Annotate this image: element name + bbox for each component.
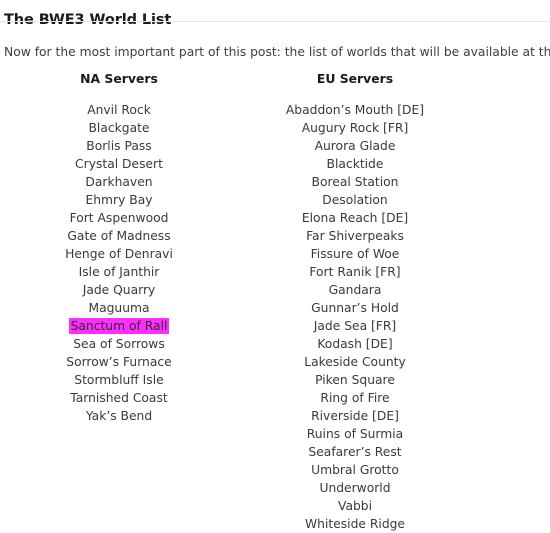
server-name: Abaddon’s Mouth [DE]: [285, 103, 425, 117]
server-name: Fort Aspenwood: [69, 211, 169, 225]
server-name: Henge of Denravi: [65, 247, 173, 261]
server-name: Gandara: [328, 283, 382, 297]
server-list-item: Ring of Fire: [250, 389, 460, 407]
server-name: Lakeside County: [304, 355, 406, 369]
server-list-item: Whiteside Ridge: [250, 515, 460, 533]
server-list-item: Crystal Desert: [24, 155, 214, 173]
server-name: Fort Ranik [FR]: [309, 265, 401, 279]
server-list-item: Sanctum of Rall: [24, 317, 214, 335]
server-list-item: Anvil Rock: [24, 101, 214, 119]
server-name: Blacktide: [326, 157, 384, 171]
server-name: Gunnar’s Hold: [311, 301, 399, 315]
server-name: Boreal Station: [311, 175, 399, 189]
server-name: Darkhaven: [85, 175, 153, 189]
server-name: Underworld: [319, 481, 391, 495]
server-list-item: Boreal Station: [250, 173, 460, 191]
server-list-item: Gandara: [250, 281, 460, 299]
server-name: Crystal Desert: [75, 157, 163, 171]
server-name: Umbral Grotto: [311, 463, 399, 477]
server-name: Kodash [DE]: [317, 337, 393, 351]
server-name: Blackgate: [88, 121, 150, 135]
server-list-item: Gunnar’s Hold: [250, 299, 460, 317]
server-name-highlighted: Sanctum of Rall: [68, 318, 170, 334]
server-list-item: Maguuma: [24, 299, 214, 317]
server-name: Stormbluff Isle: [74, 373, 164, 387]
server-list-item: Fissure of Woe: [250, 245, 460, 263]
server-name: Fissure of Woe: [310, 247, 400, 261]
server-list-item: Sorrow’s Furnace: [24, 353, 214, 371]
server-name: Augury Rock [FR]: [301, 121, 409, 135]
server-column-eu: EU Servers Abaddon’s Mouth [DE] Augury Ro…: [250, 70, 460, 533]
server-list-item: Seafarer’s Rest: [250, 443, 460, 461]
server-name: Isle of Janthir: [78, 265, 160, 279]
server-list-item: Elona Reach [DE]: [250, 209, 460, 227]
server-list-item: Darkhaven: [24, 173, 214, 191]
server-name: Jade Quarry: [82, 283, 156, 297]
server-list-item: Ruins of Surmia: [250, 425, 460, 443]
server-name: Elona Reach [DE]: [301, 211, 409, 225]
server-list-item: Kodash [DE]: [250, 335, 460, 353]
server-list-item: Vabbi: [250, 497, 460, 515]
server-name: Sea of Sorrows: [73, 337, 165, 351]
server-list-item: Blackgate: [24, 119, 214, 137]
server-name: Maguuma: [88, 301, 150, 315]
server-list-item: Abaddon’s Mouth [DE]: [250, 101, 460, 119]
server-list-item: Borlis Pass: [24, 137, 214, 155]
server-list-item: Henge of Denravi: [24, 245, 214, 263]
server-column-na: NA Servers Anvil Rock Blackgate Borlis Pas…: [24, 70, 214, 425]
server-list-eu: Abaddon’s Mouth [DE] Augury Rock [FR] Auro…: [250, 101, 460, 533]
server-list-item: Jade Sea [FR]: [250, 317, 460, 335]
server-name: Borlis Pass: [86, 139, 152, 153]
column-heading-eu: EU Servers: [316, 71, 394, 86]
server-list-item: Lakeside County: [250, 353, 460, 371]
server-list-item: Gate of Madness: [24, 227, 214, 245]
server-list-item: Jade Quarry: [24, 281, 214, 299]
server-list-na: Anvil Rock Blackgate Borlis Pass Crystal De…: [24, 101, 214, 425]
server-list-item: Far Shiverpeaks: [250, 227, 460, 245]
page-root: The BWE3 World List Now for the most imp…: [0, 0, 550, 533]
server-list-item: Isle of Janthir: [24, 263, 214, 281]
server-name: Tarnished Coast: [70, 391, 168, 405]
title-divider: [0, 21, 550, 22]
server-list-item: Fort Aspenwood: [24, 209, 214, 227]
server-name: Jade Sea [FR]: [313, 319, 397, 333]
server-name: Sorrow’s Furnace: [66, 355, 172, 369]
server-list-item: Umbral Grotto: [250, 461, 460, 479]
server-name: Riverside [DE]: [311, 409, 399, 423]
server-name: Seafarer’s Rest: [308, 445, 402, 459]
server-list-item: Sea of Sorrows: [24, 335, 214, 353]
server-list-item: Desolation: [250, 191, 460, 209]
server-name: Far Shiverpeaks: [306, 229, 404, 243]
server-name: Yak’s Bend: [85, 409, 153, 423]
server-name: Vabbi: [337, 499, 373, 513]
column-heading-na: NA Servers: [80, 71, 158, 86]
server-list-item: Underworld: [250, 479, 460, 497]
server-list-item: Blacktide: [250, 155, 460, 173]
server-list-item: Stormbluff Isle: [24, 371, 214, 389]
server-list-item: Riverside [DE]: [250, 407, 460, 425]
server-name: Whiteside Ridge: [305, 517, 405, 531]
server-list-item: Ehmry Bay: [24, 191, 214, 209]
server-list-item: Fort Ranik [FR]: [250, 263, 460, 281]
server-list-item: Piken Square: [250, 371, 460, 389]
server-name: Piken Square: [315, 373, 395, 387]
server-list-item: Yak’s Bend: [24, 407, 214, 425]
server-list-item: Augury Rock [FR]: [250, 119, 460, 137]
server-name: Ruins of Surmia: [306, 427, 404, 441]
server-list-item: Tarnished Coast: [24, 389, 214, 407]
page-title: The BWE3 World List: [4, 11, 172, 28]
server-name: Ring of Fire: [320, 391, 390, 405]
server-name: Desolation: [322, 193, 388, 207]
server-name: Aurora Glade: [314, 139, 396, 153]
intro-paragraph: Now for the most important part of this …: [4, 45, 550, 60]
server-list-item: Aurora Glade: [250, 137, 460, 155]
server-name: Ehmry Bay: [85, 193, 153, 207]
server-name: Anvil Rock: [87, 103, 151, 117]
server-name: Gate of Madness: [67, 229, 171, 243]
